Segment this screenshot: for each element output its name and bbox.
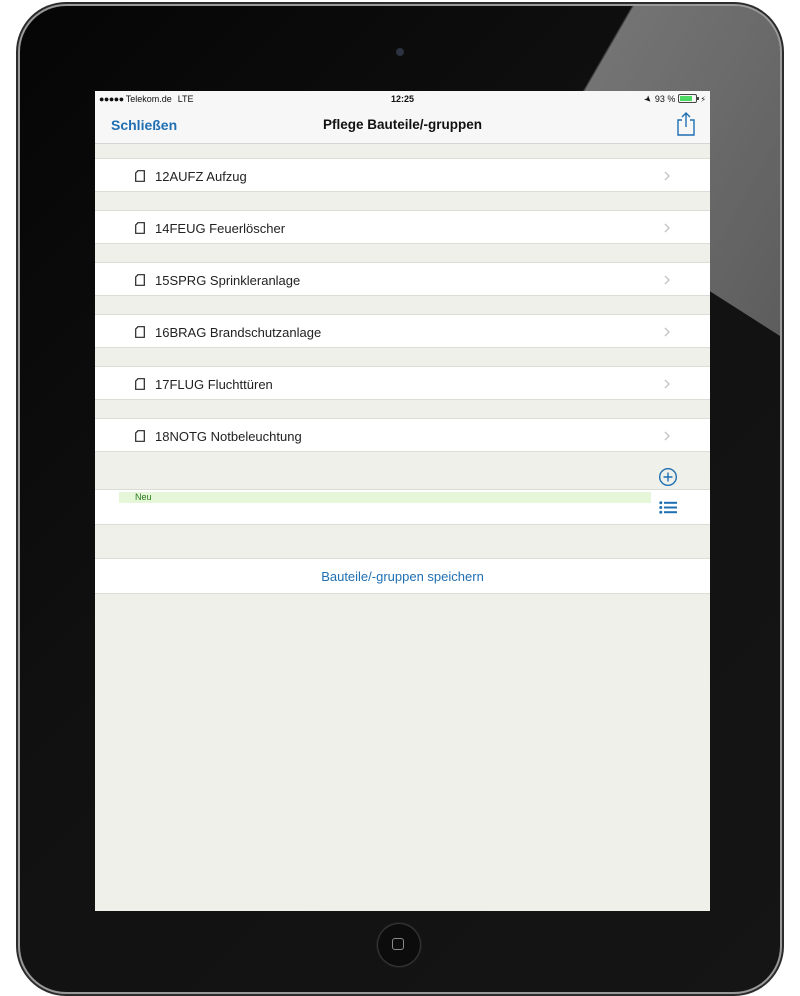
page-title: Pflege Bauteile/-gruppen: [322, 117, 483, 132]
list-item-label: 18NOTG Notbeleuchtung: [155, 429, 302, 444]
document-icon: [135, 378, 145, 390]
list-icon[interactable]: [659, 501, 677, 514]
front-camera: [396, 48, 404, 56]
chevron-right-icon: [664, 431, 670, 441]
document-icon: [135, 326, 145, 338]
document-icon: [135, 430, 145, 442]
chevron-right-icon: [664, 327, 670, 337]
battery-tip: [697, 97, 700, 100]
home-square-icon: [392, 938, 404, 950]
list-item[interactable]: 15SPRG Sprinkleranlage: [95, 262, 710, 296]
status-right: ➤93 % ⚡: [642, 92, 706, 106]
list-item[interactable]: 12AUFZ Aufzug: [95, 158, 710, 192]
plus-circle-icon[interactable]: [658, 467, 678, 487]
battery-icon: [678, 94, 700, 103]
list-item[interactable]: 16BRAG Brandschutzanlage: [95, 314, 710, 348]
clock: 12:25: [390, 94, 415, 104]
save-button-label: Bauteile/-gruppen speichern: [321, 569, 484, 584]
navigation-bar: Schließen Pflege Bauteile/-gruppen: [95, 107, 710, 144]
save-button[interactable]: Bauteile/-gruppen speichern: [95, 558, 710, 594]
list-item[interactable]: 18NOTG Notbeleuchtung: [95, 418, 710, 452]
list-item-label: 14FEUG Feuerlöscher: [155, 221, 286, 236]
list-item[interactable]: 14FEUG Feuerlöscher: [95, 210, 710, 244]
chevron-right-icon: [664, 275, 670, 285]
new-entry-input[interactable]: [119, 492, 651, 503]
status-bar: ●●●●● Telekom.de LTE 12:25 ➤93 % ⚡: [95, 91, 710, 107]
list-item-label: 15SPRG Sprinkleranlage: [155, 273, 301, 288]
list-item-label: 16BRAG Brandschutzanlage: [155, 325, 322, 340]
share-icon[interactable]: [675, 111, 697, 137]
charging-bolt-icon: ⚡: [700, 95, 706, 104]
battery-percent: 93 %: [654, 94, 676, 104]
screen: ●●●●● Telekom.de LTE 12:25 ➤93 % ⚡ Schließe…: [95, 91, 710, 911]
chevron-right-icon: [664, 171, 670, 181]
new-entry-row: [95, 489, 710, 525]
list-item-label: 12AUFZ Aufzug: [155, 169, 247, 184]
list-item[interactable]: 17FLUG Fluchttüren: [95, 366, 710, 400]
battery-fill: [680, 96, 693, 101]
chevron-right-icon: [664, 379, 670, 389]
chevron-right-icon: [664, 223, 670, 233]
location-arrow-icon: ➤: [642, 92, 655, 106]
home-button[interactable]: [377, 923, 421, 967]
document-icon: [135, 274, 145, 286]
list-item-label: 17FLUG Fluchttüren: [155, 377, 273, 392]
document-icon: [135, 222, 145, 234]
document-icon: [135, 170, 145, 182]
